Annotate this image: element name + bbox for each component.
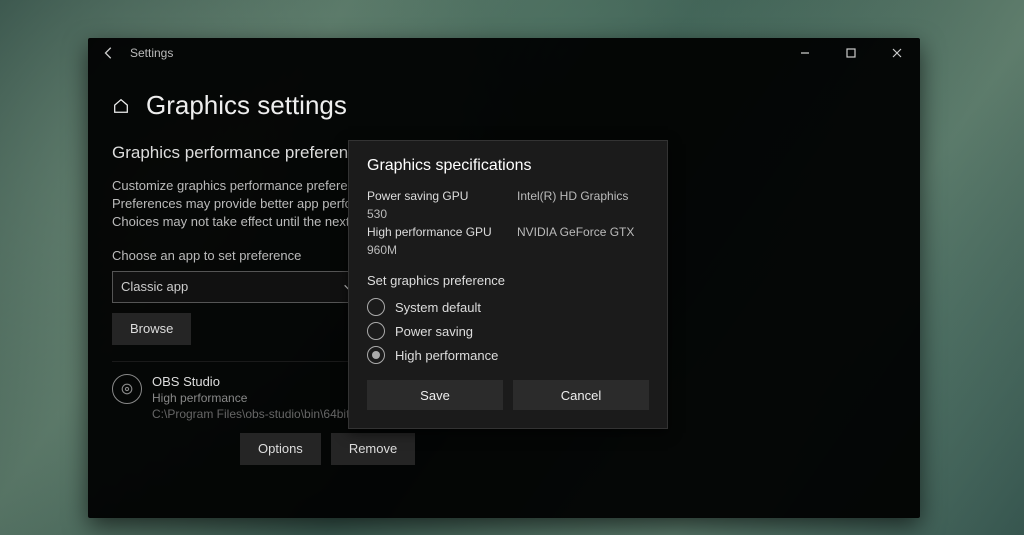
save-button[interactable]: Save bbox=[367, 380, 503, 410]
radio-high-performance[interactable]: High performance bbox=[367, 346, 649, 364]
radio-label: High performance bbox=[395, 348, 498, 363]
desktop-background: Settings Graphics settings Graphics perf… bbox=[0, 0, 1024, 535]
window-title: Settings bbox=[130, 46, 173, 60]
minimize-button[interactable] bbox=[782, 38, 828, 68]
power-gpu-label: Power saving GPU bbox=[367, 187, 517, 205]
maximize-button[interactable] bbox=[828, 38, 874, 68]
dialog-buttons: Save Cancel bbox=[367, 380, 649, 410]
radio-label: System default bbox=[395, 300, 481, 315]
set-preference-label: Set graphics preference bbox=[367, 273, 649, 288]
settings-window: Settings Graphics settings Graphics perf… bbox=[88, 38, 920, 518]
titlebar: Settings bbox=[88, 38, 920, 68]
app-type-value: Classic app bbox=[121, 279, 188, 294]
radio-icon-selected bbox=[367, 346, 385, 364]
obs-icon bbox=[112, 374, 142, 404]
cancel-button[interactable]: Cancel bbox=[513, 380, 649, 410]
radio-power-saving[interactable]: Power saving bbox=[367, 322, 649, 340]
graphics-spec-dialog: Graphics specifications Power saving GPU… bbox=[348, 140, 668, 429]
dialog-title: Graphics specifications bbox=[367, 157, 649, 175]
remove-button[interactable]: Remove bbox=[331, 433, 415, 465]
high-gpu-label: High performance GPU bbox=[367, 223, 517, 241]
app-buttons: Options Remove bbox=[240, 433, 896, 465]
power-gpu-row: Power saving GPUIntel(R) HD Graphics 530 bbox=[367, 187, 649, 223]
page-header: Graphics settings bbox=[112, 90, 896, 121]
back-button[interactable] bbox=[102, 46, 116, 60]
radio-icon bbox=[367, 322, 385, 340]
home-icon[interactable] bbox=[112, 97, 130, 115]
radio-label: Power saving bbox=[395, 324, 473, 339]
radio-icon bbox=[367, 298, 385, 316]
options-button[interactable]: Options bbox=[240, 433, 321, 465]
app-type-select[interactable]: Classic app bbox=[112, 271, 362, 303]
caption-buttons bbox=[782, 38, 920, 68]
page-title: Graphics settings bbox=[146, 90, 347, 121]
close-button[interactable] bbox=[874, 38, 920, 68]
browse-button[interactable]: Browse bbox=[112, 313, 191, 345]
radio-system-default[interactable]: System default bbox=[367, 298, 649, 316]
high-gpu-row: High performance GPUNVIDIA GeForce GTX 9… bbox=[367, 223, 649, 259]
